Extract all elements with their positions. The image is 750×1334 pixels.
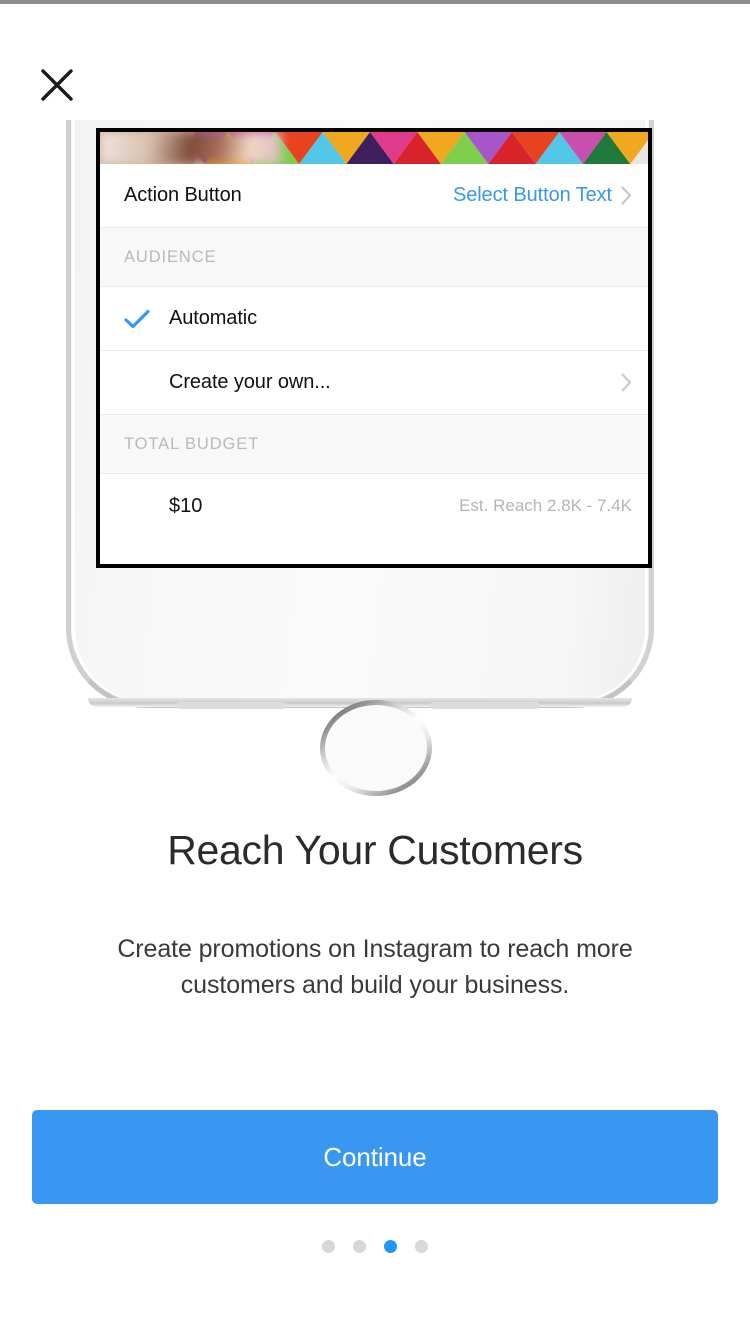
row-audience-create-your-own[interactable]: Create your own... <box>100 351 648 415</box>
chevron-right-icon <box>621 373 632 392</box>
section-header-audience-label: AUDIENCE <box>124 247 217 266</box>
continue-button[interactable]: Continue <box>32 1110 718 1204</box>
top-divider <box>0 0 750 4</box>
row-audience-automatic[interactable]: Automatic <box>100 287 648 351</box>
phone-antenna-right <box>430 702 540 709</box>
budget-amount: $10 <box>169 494 203 517</box>
close-icon <box>34 62 80 108</box>
row-action-button-value: Select Button Text <box>452 184 612 206</box>
pagination-dot-3[interactable] <box>384 1240 397 1253</box>
budget-estimated-reach: Est. Reach 2.8K - 7.4K <box>459 496 632 515</box>
chevron-right-icon <box>621 186 632 205</box>
pagination-dot-1[interactable] <box>322 1240 335 1253</box>
row-total-budget[interactable]: $10 Est. Reach 2.8K - 7.4K <box>100 474 648 538</box>
onboarding-screen: Action Button Select Button Text AUDIENC… <box>0 0 750 1334</box>
close-button[interactable] <box>34 62 80 108</box>
row-action-button[interactable]: Action Button Select Button Text <box>100 164 648 228</box>
home-button <box>320 700 432 796</box>
page-description: Create promotions on Instagram to reach … <box>117 935 633 999</box>
section-header-total-budget-label: TOTAL BUDGET <box>124 434 260 453</box>
phone-illustration: Action Button Select Button Text AUDIENC… <box>0 120 750 796</box>
promotion-settings-list: Action Button Select Button Text AUDIENC… <box>100 132 648 564</box>
row-action-button-label: Action Button <box>124 184 242 206</box>
checkmark-icon <box>124 309 169 329</box>
section-header-total-budget: TOTAL BUDGET <box>100 414 648 474</box>
post-thumbnail-strip <box>100 132 648 164</box>
section-header-audience: AUDIENCE <box>100 227 648 287</box>
phone-antenna-left <box>176 702 286 709</box>
row-audience-automatic-label: Automatic <box>169 307 258 329</box>
thumbnail-blur-overlay <box>100 132 281 164</box>
page-title: Reach Your Customers <box>167 827 583 873</box>
pagination-dot-4[interactable] <box>415 1240 428 1253</box>
row-audience-create-your-own-label: Create your own... <box>169 371 331 393</box>
home-button-face <box>325 705 427 791</box>
pagination-dot-2[interactable] <box>353 1240 366 1253</box>
phone-screen: Action Button Select Button Text AUDIENC… <box>96 128 652 568</box>
pagination-dots <box>0 1240 750 1253</box>
